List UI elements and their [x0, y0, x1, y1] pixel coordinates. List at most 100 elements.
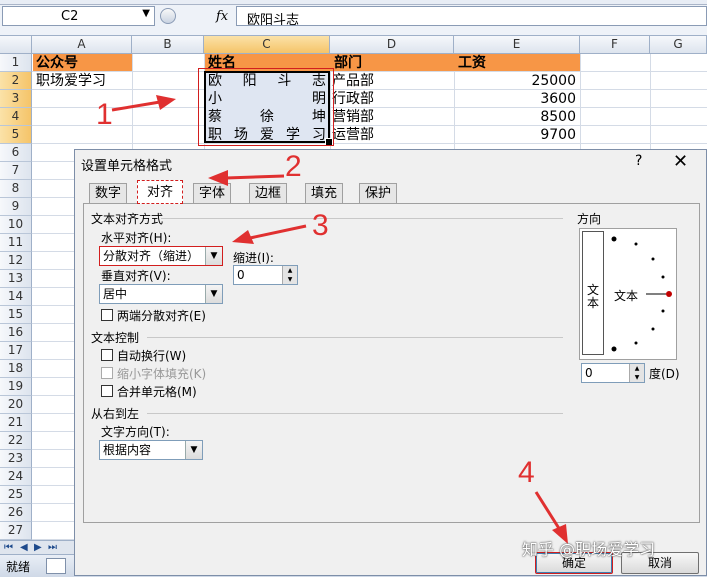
indent-value: 0 — [237, 268, 245, 282]
cell-e4[interactable]: 8500 — [454, 108, 576, 126]
annotation-arrow-2 — [208, 170, 285, 186]
row-header[interactable]: 26 — [0, 504, 32, 522]
insert-function-icon[interactable]: fx — [216, 9, 228, 24]
vertical-align-select[interactable]: 居中 ▼ — [99, 284, 223, 304]
select-all-corner[interactable] — [0, 36, 32, 54]
column-header-d[interactable]: D — [330, 36, 454, 54]
wrap-text-checkbox[interactable] — [101, 349, 113, 361]
row-header[interactable]: 18 — [0, 360, 32, 378]
cancel-entry-icon[interactable] — [160, 8, 176, 24]
degrees-spinner[interactable]: 0 ▲ ▼ — [581, 363, 645, 383]
tab-protection[interactable]: 保护 — [359, 183, 397, 203]
tab-alignment[interactable]: 对齐 — [137, 180, 183, 204]
row-header[interactable]: 1 — [0, 54, 32, 72]
cell-a1[interactable]: 公众号 — [36, 54, 78, 72]
close-icon[interactable]: ✕ — [673, 151, 688, 172]
spin-down-icon[interactable]: ▼ — [629, 373, 644, 382]
vertical-text-toggle[interactable]: 文本 — [582, 231, 604, 355]
row-header[interactable]: 13 — [0, 270, 32, 288]
cell-d4[interactable]: 营销部 — [332, 108, 374, 126]
column-header-f[interactable]: F — [580, 36, 650, 54]
row-header[interactable]: 7 — [0, 162, 32, 180]
section-divider — [147, 413, 563, 414]
macro-record-icon[interactable] — [46, 558, 66, 574]
row-header[interactable]: 11 — [0, 234, 32, 252]
orientation-label: 方向 — [577, 212, 602, 226]
prev-sheet-icon[interactable]: ◀ — [20, 542, 28, 553]
shrink-to-fit-label: 缩小字体填充(K) — [117, 367, 207, 381]
row-header[interactable]: 23 — [0, 450, 32, 468]
cell-d5[interactable]: 运营部 — [332, 126, 374, 144]
cell-e5[interactable]: 9700 — [454, 126, 576, 144]
row-header[interactable]: 24 — [0, 468, 32, 486]
vertical-align-label: 垂直对齐(V): — [101, 269, 171, 283]
row-header[interactable]: 17 — [0, 342, 32, 360]
cell-e2[interactable]: 25000 — [454, 72, 576, 90]
cell-d3[interactable]: 行政部 — [332, 90, 374, 108]
annotation-label-2: 2 — [285, 150, 302, 183]
dialog-title: 设置单元格格式 — [81, 159, 173, 174]
orientation-box[interactable]: 文本 文本 — [579, 228, 677, 360]
row-header[interactable]: 4 — [0, 108, 32, 126]
rtl-section: 从右到左 — [91, 407, 140, 421]
row-header[interactable]: 10 — [0, 216, 32, 234]
vertical-align-value: 居中 — [103, 287, 128, 301]
status-ready: 就绪 — [6, 560, 31, 574]
formula-value: 欧阳斗志 — [247, 13, 300, 28]
horizontal-align-label: 水平对齐(H): — [101, 231, 172, 245]
tab-number[interactable]: 数字 — [89, 183, 127, 203]
help-icon[interactable]: ? — [635, 153, 642, 169]
formula-input[interactable]: 欧阳斗志 — [236, 6, 707, 28]
column-header-b[interactable]: B — [132, 36, 204, 54]
annotation-arrow-1 — [111, 95, 176, 112]
row-header[interactable]: 15 — [0, 306, 32, 324]
spin-up-icon[interactable]: ▲ — [629, 364, 644, 373]
spin-down-icon[interactable]: ▼ — [282, 275, 297, 284]
row-header[interactable]: 16 — [0, 324, 32, 342]
chevron-down-icon[interactable]: ▼ — [142, 8, 150, 19]
name-box[interactable]: C2 ▼ — [2, 6, 155, 26]
row-header[interactable]: 9 — [0, 198, 32, 216]
vertical-text-label: 文本 — [586, 283, 599, 310]
next-sheet-icon[interactable]: ▶ — [34, 542, 42, 553]
cell-a2[interactable]: 职场爱学习 — [36, 72, 106, 90]
shrink-to-fit-checkbox[interactable] — [101, 367, 113, 379]
row-header[interactable]: 21 — [0, 414, 32, 432]
column-header-e[interactable]: E — [454, 36, 580, 54]
row-header[interactable]: 14 — [0, 288, 32, 306]
degrees-label: 度(D) — [649, 367, 680, 381]
cell-d1[interactable]: 部门 — [334, 54, 362, 72]
row-header[interactable]: 12 — [0, 252, 32, 270]
row-header[interactable]: 3 — [0, 90, 32, 108]
row-header[interactable]: 27 — [0, 522, 32, 540]
indent-spinner[interactable]: 0 ▲ ▼ — [233, 265, 298, 285]
column-header-a[interactable]: A — [32, 36, 132, 54]
horizontal-align-select[interactable]: 分散对齐（缩进） ▼ — [99, 246, 223, 266]
last-sheet-icon[interactable]: ⏭ — [48, 542, 57, 553]
cell-e3[interactable]: 3600 — [454, 90, 576, 108]
row-header[interactable]: 2 — [0, 72, 32, 90]
chevron-down-icon[interactable]: ▼ — [205, 285, 222, 303]
row-header[interactable]: 5 — [0, 126, 32, 144]
first-sheet-icon[interactable]: ⏮ — [4, 542, 13, 553]
justify-distributed-checkbox[interactable] — [101, 309, 113, 321]
merge-cells-checkbox[interactable] — [101, 385, 113, 397]
row-header[interactable]: 19 — [0, 378, 32, 396]
cell-e1[interactable]: 工资 — [458, 54, 486, 72]
column-header-g[interactable]: G — [650, 36, 707, 54]
row-header[interactable]: 22 — [0, 432, 32, 450]
row-header[interactable]: 6 — [0, 144, 32, 162]
row-header[interactable]: 8 — [0, 180, 32, 198]
spin-up-icon[interactable]: ▲ — [282, 266, 297, 275]
annotation-label-3: 3 — [312, 209, 329, 242]
chevron-down-icon[interactable]: ▼ — [205, 247, 222, 265]
chevron-down-icon[interactable]: ▼ — [185, 441, 202, 459]
row-header[interactable]: 25 — [0, 486, 32, 504]
column-header-c[interactable]: C — [204, 36, 330, 54]
row-header[interactable]: 20 — [0, 396, 32, 414]
annotation-label-4: 4 — [518, 456, 535, 489]
text-direction-select[interactable]: 根据内容 ▼ — [99, 440, 203, 460]
name-box-value: C2 — [61, 9, 79, 24]
cell-d2[interactable]: 产品部 — [332, 72, 374, 90]
tab-fill[interactable]: 填充 — [305, 183, 343, 203]
